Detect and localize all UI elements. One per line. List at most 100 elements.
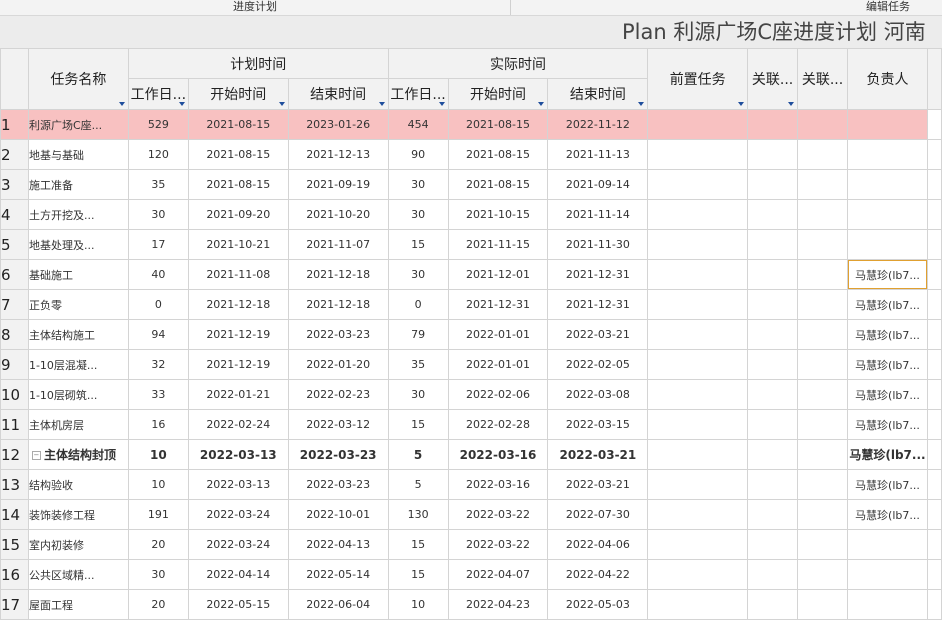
cell-task-name[interactable]: 主体结构施工 (27, 319, 129, 350)
cell-related-1[interactable] (747, 349, 799, 380)
row-number[interactable]: 3 (0, 169, 29, 200)
cell-actual-start[interactable]: 2022-03-16 (447, 469, 549, 500)
cell-related-2[interactable] (797, 589, 848, 620)
row-number[interactable]: 9 (0, 349, 29, 380)
cell-actual-start[interactable]: 2021-08-15 (447, 169, 549, 200)
cell-planned-days[interactable]: 120 (127, 139, 189, 170)
cell-owner[interactable]: 马慧珍(lb7... (846, 259, 928, 290)
cell-related-1[interactable] (747, 529, 799, 560)
cell-task-name[interactable]: 利源广场C座... (27, 109, 129, 140)
cell-task-name[interactable]: 土方开挖及... (27, 199, 129, 230)
cell-planned-end[interactable]: 2021-12-13 (287, 139, 389, 170)
cell-planned-days[interactable]: 529 (127, 109, 189, 140)
table-row[interactable]: 8 主体结构施工 94 2021-12-19 2022-03-23 79 2022-01-0… (0, 319, 942, 350)
cell-actual-end[interactable]: 2022-04-06 (547, 529, 649, 560)
cell-related-1[interactable] (747, 379, 799, 410)
cell-actual-end[interactable]: 2022-04-22 (547, 559, 649, 590)
cell-predecessor[interactable] (647, 469, 749, 500)
cell-related-2[interactable] (797, 199, 848, 230)
cell-task-name[interactable]: 结构验收 (27, 469, 129, 500)
table-row[interactable]: 16 公共区域精... 30 2022-04-14 2022-05-14 15 2022-0… (0, 559, 942, 590)
cell-planned-start[interactable]: 2022-01-21 (187, 379, 289, 410)
row-number[interactable]: 5 (0, 229, 29, 260)
dropdown-arrow-icon[interactable] (118, 102, 125, 106)
cell-predecessor[interactable] (647, 379, 749, 410)
cell-planned-start[interactable]: 2022-03-24 (187, 499, 289, 530)
cell-planned-days[interactable]: 0 (127, 289, 189, 320)
cell-planned-end[interactable]: 2023-01-26 (287, 109, 389, 140)
table-row[interactable]: 1 利源广场C座... 529 2021-08-15 2023-01-26 454 2021… (0, 109, 942, 140)
cell-actual-start[interactable]: 2022-01-01 (447, 319, 549, 350)
cell-planned-days[interactable]: 32 (127, 349, 189, 380)
table-row[interactable]: 6 基础施工 40 2021-11-08 2021-12-18 30 2021-12-01 2… (0, 259, 942, 290)
cell-related-1[interactable] (747, 259, 799, 290)
header-actual-days[interactable]: 工作日... (387, 78, 449, 110)
row-number[interactable]: 16 (0, 559, 29, 590)
cell-owner[interactable] (846, 109, 928, 140)
cell-owner[interactable]: 马慧珍(lb7... (846, 409, 928, 440)
cell-related-2[interactable] (797, 259, 848, 290)
dropdown-arrow-icon[interactable] (178, 102, 185, 106)
cell-actual-days[interactable]: 79 (387, 319, 449, 350)
cell-actual-days[interactable]: 5 (387, 439, 449, 470)
cell-actual-end[interactable]: 2022-02-05 (547, 349, 649, 380)
cell-actual-start[interactable]: 2022-03-22 (447, 529, 549, 560)
cell-actual-start[interactable]: 2022-03-16 (447, 439, 549, 470)
cell-predecessor[interactable] (647, 589, 749, 620)
cell-actual-end[interactable]: 2022-03-21 (547, 469, 649, 500)
cell-planned-days[interactable]: 10 (127, 439, 189, 470)
cell-planned-start[interactable]: 2022-04-14 (187, 559, 289, 590)
cell-task-name[interactable]: 屋面工程 (27, 589, 129, 620)
row-number[interactable]: 2 (0, 139, 29, 170)
cell-planned-start[interactable]: 2022-03-13 (187, 469, 289, 500)
cell-predecessor[interactable] (647, 319, 749, 350)
cell-actual-start[interactable]: 2022-02-06 (447, 379, 549, 410)
cell-owner[interactable] (846, 229, 928, 260)
cell-owner[interactable]: 马慧珍(lb7... (846, 289, 928, 320)
cell-planned-days[interactable]: 30 (127, 559, 189, 590)
table-row[interactable]: 12− 主体结构封顶 10 2022-03-13 2022-03-23 5 2022-03-… (0, 439, 942, 470)
table-row[interactable]: 15 室内初装修 20 2022-03-24 2022-04-13 15 2022-03-2… (0, 529, 942, 560)
cell-actual-days[interactable]: 30 (387, 259, 449, 290)
cell-predecessor[interactable] (647, 259, 749, 290)
table-row[interactable]: 4 土方开挖及... 30 2021-09-20 2021-10-20 30 2021-10… (0, 199, 942, 230)
cell-actual-days[interactable]: 130 (387, 499, 449, 530)
cell-planned-days[interactable]: 191 (127, 499, 189, 530)
cell-planned-end[interactable]: 2022-03-23 (287, 439, 389, 470)
header-predecessor[interactable]: 前置任务 (647, 48, 749, 110)
table-row[interactable]: 5 地基处理及... 17 2021-10-21 2021-11-07 15 2021-11… (0, 229, 942, 260)
cell-predecessor[interactable] (647, 349, 749, 380)
cell-planned-days[interactable]: 30 (127, 199, 189, 230)
row-number[interactable]: 17 (0, 589, 29, 620)
cell-actual-end[interactable]: 2022-03-08 (547, 379, 649, 410)
dropdown-arrow-icon[interactable] (738, 102, 745, 106)
collapse-toggle-icon[interactable]: − (31, 451, 41, 460)
cell-predecessor[interactable] (647, 289, 749, 320)
cell-related-1[interactable] (747, 409, 799, 440)
cell-predecessor[interactable] (647, 199, 749, 230)
cell-actual-start[interactable]: 2021-12-01 (447, 259, 549, 290)
cell-related-2[interactable] (797, 139, 848, 170)
cell-actual-end[interactable]: 2022-05-03 (547, 589, 649, 620)
cell-actual-days[interactable]: 10 (387, 589, 449, 620)
cell-planned-days[interactable]: 94 (127, 319, 189, 350)
cell-planned-end[interactable]: 2022-05-14 (287, 559, 389, 590)
header-planned-start[interactable]: 开始时间 (187, 78, 289, 110)
dropdown-arrow-icon[interactable] (788, 102, 795, 106)
cell-related-2[interactable] (797, 409, 848, 440)
cell-owner[interactable] (846, 169, 928, 200)
cell-actual-start[interactable]: 2021-08-15 (447, 139, 549, 170)
header-related-1[interactable]: 关联... (747, 48, 799, 110)
cell-predecessor[interactable] (647, 559, 749, 590)
row-number[interactable]: 1 (0, 109, 29, 140)
cell-actual-end[interactable]: 2021-09-14 (547, 169, 649, 200)
header-planned-days[interactable]: 工作日... (127, 78, 189, 110)
cell-planned-start[interactable]: 2021-11-08 (187, 259, 289, 290)
cell-related-2[interactable] (797, 529, 848, 560)
cell-actual-start[interactable]: 2021-10-15 (447, 199, 549, 230)
cell-planned-end[interactable]: 2022-01-20 (287, 349, 389, 380)
cell-related-1[interactable] (747, 289, 799, 320)
cell-related-1[interactable] (747, 229, 799, 260)
cell-planned-end[interactable]: 2021-09-19 (287, 169, 389, 200)
cell-actual-start[interactable]: 2021-08-15 (447, 109, 549, 140)
